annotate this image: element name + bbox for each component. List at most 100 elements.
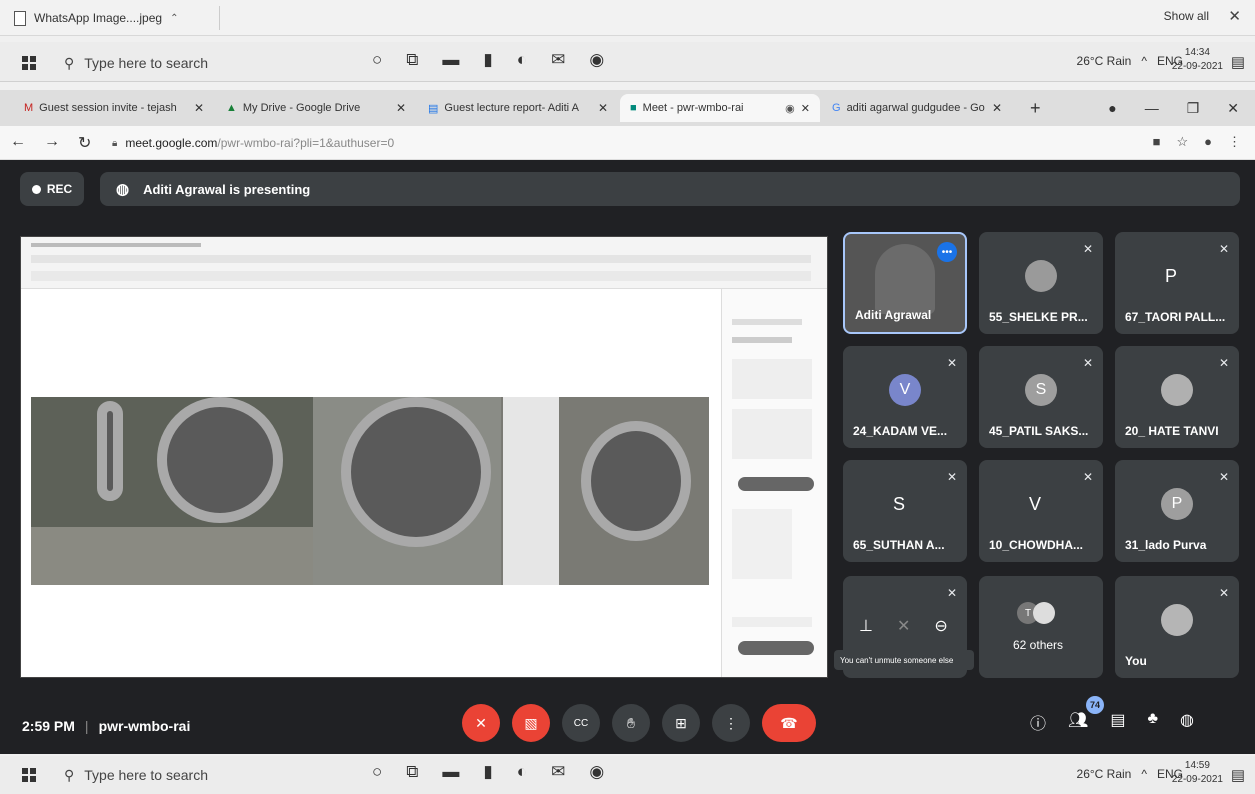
document-photo xyxy=(31,397,709,585)
chrome-icon[interactable]: ◉ xyxy=(589,762,604,782)
restore-button[interactable]: ❐ xyxy=(1187,100,1200,117)
raise-hand-button[interactable]: ✋︎ xyxy=(612,704,650,742)
leave-call-button[interactable]: ☎︎ xyxy=(762,704,816,742)
star-icon[interactable]: ☆ xyxy=(1176,134,1188,150)
taskbar-search[interactable]: ⚲ Type here to search xyxy=(50,762,360,788)
participant-tile[interactable]: ✕ P 31_lado Purva xyxy=(1115,460,1239,562)
people-icon[interactable]: 👥︎ xyxy=(1068,710,1088,734)
windows-start-icon[interactable] xyxy=(22,768,36,782)
mic-off-icon: ✕ xyxy=(946,470,957,484)
file-explorer-icon[interactable]: ▬ xyxy=(442,762,459,782)
weather-text[interactable]: 26°C Rain xyxy=(1077,54,1132,68)
participant-tile[interactable]: ✕ 55_SHELKE PR... xyxy=(979,232,1103,334)
participant-tile[interactable]: ✕ P 67_TAORI PALL... xyxy=(1115,232,1239,334)
url-field[interactable]: 🔒︎ meet.google.com/pwr-wmbo-rai?pli=1&au… xyxy=(112,131,1112,155)
window-close-button[interactable]: ✕ xyxy=(1227,100,1239,117)
panel-line xyxy=(732,617,812,627)
participant-tile-others[interactable]: T 62 others xyxy=(979,576,1103,678)
chevron-up-icon[interactable]: ^ xyxy=(1141,767,1147,781)
clock[interactable]: 14:59 22-09-2021 xyxy=(1172,759,1223,787)
tab-docs[interactable]: ▤ Guest lecture report- Aditi A ✕ xyxy=(418,94,618,122)
forward-arrow-icon[interactable]: → xyxy=(44,133,60,153)
profile-dot-icon[interactable]: ● xyxy=(1108,100,1116,117)
windows-start-icon[interactable] xyxy=(22,56,36,70)
participant-tile[interactable]: ✕ V 10_CHOWDHA... xyxy=(979,460,1103,562)
camera-off-button[interactable]: ▧ xyxy=(512,704,550,742)
office-icon[interactable]: ▮ xyxy=(483,762,492,782)
show-all-button[interactable]: Show all xyxy=(1164,9,1209,23)
activities-icon[interactable]: ♣ xyxy=(1147,710,1158,734)
close-icon[interactable]: ✕ xyxy=(194,101,204,115)
task-view-icon[interactable]: ⧉ xyxy=(406,50,418,70)
clock[interactable]: 14:34 22-09-2021 xyxy=(1172,46,1223,74)
taskbar-search-input[interactable]: Type here to search xyxy=(84,767,208,783)
profile-avatar[interactable]: ● xyxy=(1204,134,1212,150)
mic-off-icon: ✕ xyxy=(1082,356,1093,370)
others-count: 62 others xyxy=(1013,638,1064,652)
cortana-icon[interactable]: ○ xyxy=(372,50,382,70)
url-host: meet.google.com xyxy=(125,136,218,150)
participant-tile[interactable]: ✕ 20_ HATE TANVI xyxy=(1115,346,1239,448)
chrome-icon[interactable]: ◉ xyxy=(589,50,604,70)
office-icon[interactable]: ▮ xyxy=(483,50,492,70)
clock-time: 14:34 xyxy=(1184,47,1210,58)
tab-meet[interactable]: ■ Meet - pwr-wmbo-rai ◉ ✕ xyxy=(620,94,820,122)
minimize-button[interactable]: — xyxy=(1145,100,1159,117)
info-icon[interactable]: ⓘ xyxy=(1030,710,1046,734)
mute-disabled-icon[interactable]: ✕ xyxy=(897,616,910,636)
edge-icon[interactable]: ◐ xyxy=(517,762,527,782)
tab-google-search[interactable]: G aditi agarwal gudgudee - Go ✕ xyxy=(822,94,1012,122)
close-icon[interactable]: ✕ xyxy=(598,101,608,115)
participant-initial: V xyxy=(1029,494,1042,514)
download-item[interactable]: WhatsApp Image....jpeg ⌃ xyxy=(14,6,220,30)
pin-icon[interactable]: ⊥ xyxy=(859,616,873,636)
shared-document xyxy=(31,289,711,677)
taskbar-search-input[interactable]: Type here to search xyxy=(84,55,208,71)
mic-off-icon: ✕ xyxy=(1218,242,1229,256)
chevron-up-icon[interactable]: ^ xyxy=(1141,54,1147,68)
meet-icon: ■ xyxy=(630,102,637,114)
lock-icon[interactable]: 🔒︎ xyxy=(112,138,117,149)
back-arrow-icon[interactable]: ← xyxy=(10,133,26,153)
close-icon[interactable]: ✕ xyxy=(801,102,810,115)
mail-icon[interactable]: ✉ xyxy=(551,762,565,782)
camera-icon[interactable]: ■ xyxy=(1153,134,1161,150)
close-icon[interactable]: ✕ xyxy=(1228,7,1241,25)
participant-name: 67_TAORI PALL... xyxy=(1125,310,1226,324)
mic-off-button[interactable]: ✕ xyxy=(462,704,500,742)
new-tab-button[interactable]: + xyxy=(1030,98,1041,119)
shared-screen[interactable] xyxy=(20,236,828,678)
chat-icon[interactable]: ▤ xyxy=(1110,710,1125,734)
participant-tile-self[interactable]: ✕ You xyxy=(1115,576,1239,678)
participant-tile-presenter[interactable]: ••• Aditi Agrawal xyxy=(843,232,967,334)
mail-icon[interactable]: ✉ xyxy=(551,50,565,70)
reload-icon[interactable]: ↻ xyxy=(78,133,91,153)
notification-icon[interactable]: ▤ xyxy=(1231,766,1245,784)
menu-dots-icon[interactable]: ⋮ xyxy=(1228,134,1241,150)
present-button[interactable]: ⊞ xyxy=(662,704,700,742)
taskbar-search[interactable]: ⚲ Type here to search xyxy=(50,50,360,76)
cortana-icon[interactable]: ○ xyxy=(372,762,382,782)
task-view-icon[interactable]: ⧉ xyxy=(406,762,418,782)
participant-tile[interactable]: ✕ S 45_PATIL SAKS... xyxy=(979,346,1103,448)
tab-gmail[interactable]: M Guest session invite - tejash ✕ xyxy=(14,94,214,122)
clock-date: 22-09-2021 xyxy=(1171,61,1223,72)
weather-text[interactable]: 26°C Rain xyxy=(1077,767,1132,781)
photo-panel-3 xyxy=(501,397,709,585)
remove-icon[interactable]: ⊖ xyxy=(934,616,947,636)
close-icon[interactable]: ✕ xyxy=(992,101,1002,115)
chevron-up-icon[interactable]: ⌃ xyxy=(170,13,178,24)
captions-button[interactable]: CC xyxy=(562,704,600,742)
notification-icon[interactable]: ▤ xyxy=(1231,53,1245,71)
file-explorer-icon[interactable]: ▬ xyxy=(442,50,459,70)
edge-icon[interactable]: ◐ xyxy=(517,50,527,70)
tab-drive[interactable]: ▲ My Drive - Google Drive ✕ xyxy=(216,94,416,122)
host-controls-icon[interactable]: ◍ xyxy=(1180,710,1194,734)
participant-tile[interactable]: ✕ S 65_SUTHAN A... xyxy=(843,460,967,562)
participant-name: You xyxy=(1125,654,1147,668)
meeting-info: 2:59 PM | pwr-wmbo-rai xyxy=(22,718,190,734)
participant-tile[interactable]: ✕ V 24_KADAM VE... xyxy=(843,346,967,448)
taskbar-apps: ○ ⧉ ▬ ▮ ◐ ✉ ◉ xyxy=(372,762,604,782)
close-icon[interactable]: ✕ xyxy=(396,101,406,115)
more-options-button[interactable]: ⋮ xyxy=(712,704,750,742)
